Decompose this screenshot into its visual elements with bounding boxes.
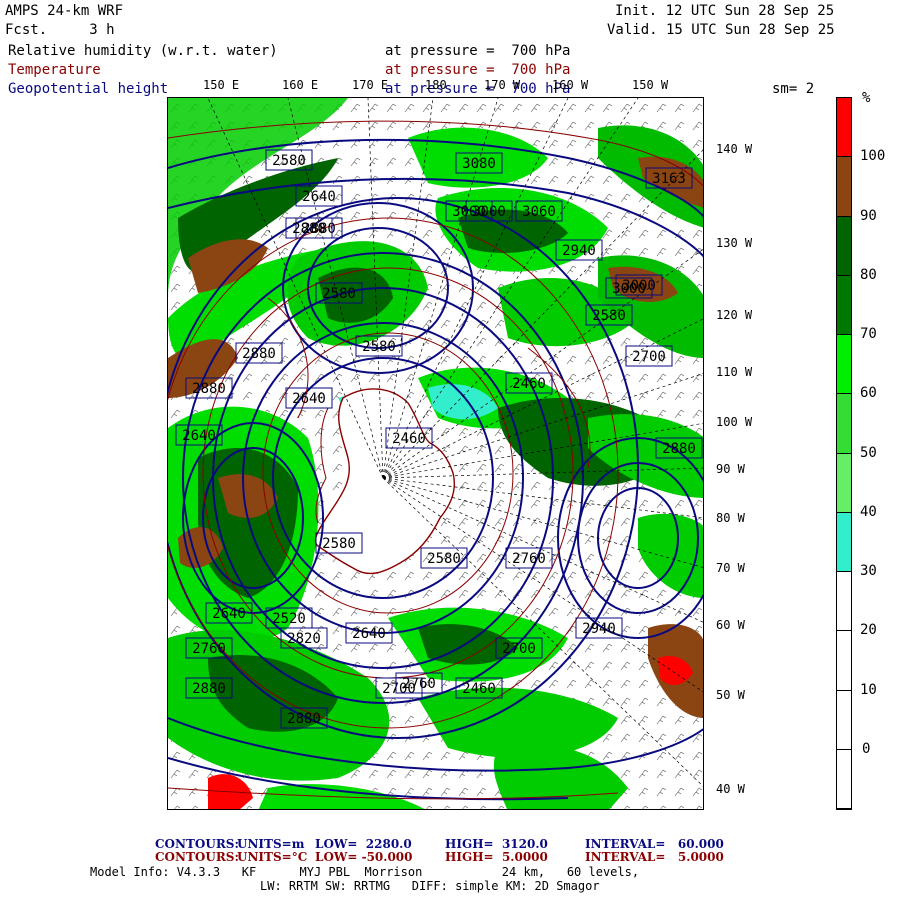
height-label: 2760 <box>192 641 226 657</box>
height-label: 2880 <box>192 381 226 397</box>
map-canvas: 258026402880300030803000 3060316330002880… <box>168 98 703 809</box>
colorbar-segment <box>837 335 851 395</box>
lon-label-right: 80 W <box>716 511 745 525</box>
height-label: 2520 <box>272 611 306 627</box>
colorbar-segment <box>837 98 851 158</box>
colorbar-label: 60 <box>860 385 877 402</box>
height-label: 3163 <box>652 171 686 187</box>
colorbar-segment <box>837 394 851 454</box>
footer-model-info: Model Info: V4.3.3 KF MYJ PBL Morrison 2… <box>90 865 640 879</box>
colorbar-label: 80 <box>860 266 877 283</box>
smoothing-label: sm= 2 <box>772 81 815 97</box>
map-panel: 2580 2640 2880 3000 3080 3000 3060 3163 3000 2880… <box>167 97 704 810</box>
height-label: 3060 <box>522 204 556 220</box>
height-label: 2760 <box>402 676 436 692</box>
height-label: 2700 <box>502 641 536 657</box>
colorbar-label: 30 <box>860 563 877 579</box>
footer-temp-low: LOW= -50.000 <box>315 850 413 864</box>
colorbar-label: 100 <box>860 148 886 165</box>
height-label: 2880 <box>192 681 226 697</box>
height-label: 2580 <box>592 308 626 324</box>
height-label: 2640 <box>302 189 336 205</box>
colorbar-unit: % <box>862 90 871 106</box>
height-label: 2880 <box>242 346 276 362</box>
lon-label-right: 110 W <box>716 365 753 379</box>
colorbar-segment <box>837 631 851 691</box>
footer-temp-units: UNITS=°C <box>237 850 308 864</box>
height-label: 2640 <box>182 428 216 444</box>
lon-label-right: 100 W <box>716 415 753 429</box>
height-label: 2460 <box>392 431 426 447</box>
height-label: 2820 <box>287 631 321 647</box>
colorbar-segment <box>837 216 851 276</box>
forecast-hour: Fcst. 3 h <box>5 22 115 38</box>
lon-label-top: 150 E <box>203 78 240 92</box>
height-label: 2580 <box>322 286 356 302</box>
colorbar-label: 0 <box>862 740 871 757</box>
field-level-height: at pressure = 700 hPa <box>385 81 571 97</box>
height-label: 2460 <box>512 376 546 392</box>
colorbar-label: 20 <box>860 622 877 639</box>
field-level-rh: at pressure = 700 hPa <box>385 43 571 59</box>
height-label: 2880 <box>292 221 326 237</box>
height-label: 2640 <box>292 391 326 407</box>
humidity-colorbar <box>836 97 852 810</box>
colorbar-segment <box>837 512 851 572</box>
height-label: 2700 <box>632 349 666 365</box>
height-label: 2580 <box>322 536 356 552</box>
lon-label-right: 130 W <box>716 236 753 250</box>
height-label: 2640 <box>212 606 246 622</box>
height-label: 2940 <box>582 621 616 637</box>
lon-label-top: 170 W <box>484 78 521 92</box>
colorbar-segment <box>837 453 851 513</box>
height-label: 2880 <box>287 711 321 727</box>
footer-temp-interval: INTERVAL= 5.0000 <box>585 850 724 864</box>
lon-label-top: 150 W <box>632 78 669 92</box>
lon-label-right: 120 W <box>716 308 753 322</box>
height-label: 2760 <box>512 551 546 567</box>
lon-label-right: 70 W <box>716 561 745 575</box>
field-name-temp: Temperature <box>8 62 101 78</box>
lon-label-right: 50 W <box>716 688 745 702</box>
height-label: 2460 <box>462 681 496 697</box>
lon-label-top: 160 W <box>552 78 589 92</box>
colorbar-label: 70 <box>860 326 877 342</box>
colorbar-label: 90 <box>860 207 877 224</box>
init-time: Init. 12 UTC Sun 28 Sep 25 <box>615 3 835 19</box>
colorbar-label: 50 <box>860 444 877 461</box>
height-label: 3080 <box>462 156 496 172</box>
colorbar-segment <box>837 572 851 632</box>
footer-temp-label: CONTOURS: <box>155 850 239 864</box>
height-label: 3000 <box>612 281 646 297</box>
height-label: 2580 <box>272 153 306 169</box>
lon-label-right: 60 W <box>716 618 745 632</box>
valid-time: Valid. 15 UTC Sun 28 Sep 25 <box>607 22 835 38</box>
colorbar-label: 40 <box>860 503 877 520</box>
lon-label-top: 160 E <box>282 78 319 92</box>
height-label: 2580 <box>427 551 461 567</box>
field-name-rh: Relative humidity (w.r.t. water) <box>8 43 278 59</box>
footer-temp-high: HIGH= 5.0000 <box>445 850 548 864</box>
height-label: 3000 <box>452 204 486 220</box>
height-label: 2940 <box>562 243 596 259</box>
colorbar-segment <box>837 157 851 217</box>
model-title: AMPS 24-km WRF <box>5 3 124 19</box>
height-label: 2640 <box>352 626 386 642</box>
height-label: 2580 <box>362 339 396 355</box>
field-name-height: Geopotential height <box>8 81 169 97</box>
colorbar-label: 10 <box>860 681 877 698</box>
lon-label-top: 180 <box>425 78 447 92</box>
lon-label-top: 170 E <box>352 78 389 92</box>
height-label: 2880 <box>662 441 696 457</box>
colorbar-segment <box>837 275 851 335</box>
lon-label-right: 90 W <box>716 462 745 476</box>
lon-label-right: 40 W <box>716 782 745 796</box>
colorbar-segment <box>837 690 851 750</box>
lon-label-right: 140 W <box>716 142 753 156</box>
colorbar-segment <box>837 749 851 809</box>
field-level-temp: at pressure = 700 hPa <box>385 62 571 78</box>
footer-physics: LW: RRTM SW: RRTMG DIFF: simple KM: 2D S… <box>260 879 600 893</box>
